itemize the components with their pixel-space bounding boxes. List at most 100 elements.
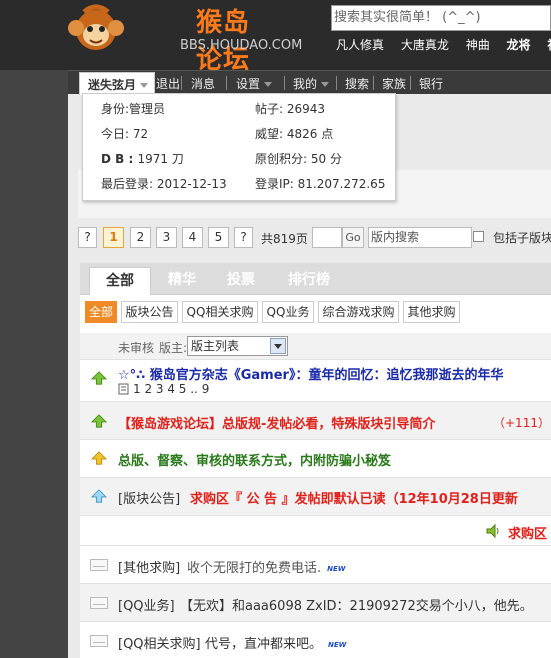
login-ip-label: 登录IP:: [255, 177, 294, 191]
thread-pages[interactable]: 1 2 3 4 5 .. 9: [133, 382, 209, 396]
new-badge: NEW: [328, 640, 347, 649]
nav-family[interactable]: 家族: [382, 75, 406, 92]
db-label: D B :: [101, 152, 134, 166]
thread-title[interactable]: 求购区『 公 告 』发帖即默认已读（12年10月28日更新: [190, 488, 518, 507]
logo-subtext: BBS.HOUDAO.COM: [180, 38, 303, 53]
category-qq-business[interactable]: QQ业务: [262, 301, 314, 323]
page-jump-input[interactable]: [312, 227, 342, 248]
thread-row: [其他求购] 收个无限打的免费电话. NEW: [80, 545, 551, 583]
category-game-purchase[interactable]: 综合游戏求购: [318, 301, 399, 323]
posts-label: 帖子:: [255, 102, 284, 116]
include-subforum-checkbox[interactable]: [473, 231, 484, 242]
last-login-value: 2012-12-13: [156, 177, 227, 191]
top-link-4[interactable]: 龙将: [507, 38, 531, 52]
page-4[interactable]: 4: [182, 227, 203, 248]
thread-row: 【猴岛游戏论坛】总版规-发帖必看，特殊版块引导简介 （+111）: [80, 401, 551, 439]
nav-mine[interactable]: 我的: [293, 75, 330, 92]
page-5[interactable]: 5: [208, 227, 229, 248]
thread-prefix[interactable]: [QQ相关求购]: [118, 633, 201, 652]
forum-search-input[interactable]: 版内搜索: [368, 227, 472, 248]
posts-value: 26943: [286, 102, 326, 116]
moderator-select[interactable]: 版主列表: [187, 336, 288, 356]
nav-bank[interactable]: 银行: [419, 75, 443, 92]
chevron-down-icon: [321, 82, 330, 87]
nav-logout[interactable]: 退出: [156, 75, 180, 92]
prestige-label: 威望:: [255, 127, 284, 141]
nav-divider: [336, 76, 337, 90]
top-link-2[interactable]: 大唐真龙: [401, 38, 449, 52]
category-other-purchase[interactable]: 其他求购: [403, 301, 460, 323]
left-dark-strip: [0, 70, 68, 658]
nav-mine-label: 我的: [293, 77, 318, 91]
page-prev[interactable]: ?: [78, 227, 97, 248]
prestige-value: 4826 点: [286, 127, 334, 141]
thread-title-text: 代号，直冲都来吧。: [205, 637, 323, 652]
top-link-3[interactable]: 神曲: [466, 38, 490, 52]
multipage-icon: [118, 383, 129, 395]
thread-title[interactable]: 收个无限打的免费电话. NEW: [187, 557, 346, 576]
prestige-row: 威望: 4826 点: [255, 125, 333, 142]
login-ip-value: 81.207.272.65: [297, 177, 386, 191]
section-divider-row: 求购区: [80, 515, 551, 545]
thread-row: [QQ相关求购] 代号，直冲都来吧。 NEW: [80, 621, 551, 658]
nav-messages[interactable]: 消息: [191, 75, 215, 92]
last-login-label: 最后登录:: [101, 177, 154, 191]
thread-prefix[interactable]: [其他求购]: [118, 557, 180, 576]
thread-list-panel: 全部 精华 投票 排行榜 全部 版块公告 QQ相关求购 QQ业务 综合游戏求购 …: [80, 263, 551, 658]
top-link-5[interactable]: 神: [547, 38, 551, 52]
thread-title[interactable]: 【猴岛游戏论坛】总版规-发帖必看，特殊版块引导简介: [118, 413, 435, 432]
page-total: 共819页: [261, 232, 308, 246]
nav-settings-label: 设置: [236, 77, 261, 91]
include-subforum-label: 包括子版块: [493, 231, 551, 245]
username: 迷失弦月: [88, 78, 137, 92]
nav-divider: [410, 76, 411, 90]
thread-row: ☆°∴ 猴岛官方杂志《Gamer》：童年的回忆：追忆我那逝去的年华 1 2 3 …: [80, 359, 551, 401]
top-link-1[interactable]: 凡人修真: [336, 38, 384, 52]
thread-title[interactable]: 【无欢】和aaa6098 ZxID：21909272交易个小八，他先。: [180, 595, 533, 614]
new-badge: NEW: [327, 564, 346, 573]
blue-up-arrow-icon: [90, 489, 108, 503]
thread-title[interactable]: 代号，直冲都来吧。 NEW: [205, 633, 346, 652]
category-announcement[interactable]: 版块公告: [121, 301, 178, 323]
yellow-up-arrow-icon: [90, 451, 108, 465]
moderator-select-value: 版主列表: [191, 339, 240, 353]
thread-row: 总版、督察、审核的联系方式，内附防骗小秘笈: [80, 439, 551, 477]
top-links: 凡人修真 大唐真龙 神曲 龙将 神: [336, 36, 551, 54]
nav-divider: [373, 76, 374, 90]
site-logo[interactable]: 猴岛论坛 BBS.HOUDAO.COM: [66, 0, 302, 75]
category-qq-purchase[interactable]: QQ相关求购: [182, 301, 258, 323]
user-menu-tab[interactable]: 迷失弦月: [79, 72, 155, 95]
thread-prefix[interactable]: [QQ业务]: [118, 595, 175, 614]
today-label: 今日:: [101, 127, 130, 141]
user-nav-bar: 迷失弦月 退出 消息 设置 我的 搜索 家族 银行: [68, 70, 551, 95]
page-next[interactable]: ?: [234, 227, 253, 248]
filter-unaudited[interactable]: 未审核: [118, 339, 154, 356]
page-2[interactable]: 2: [130, 227, 151, 248]
thread-prefix[interactable]: [版块公告]: [118, 488, 180, 507]
page-3[interactable]: 3: [156, 227, 177, 248]
orig-label: 原创积分:: [255, 152, 308, 166]
site-search-input[interactable]: 搜索其实很简单！ (^_^): [331, 5, 551, 31]
section-title: 求购区: [508, 527, 548, 542]
db-value: 1971 刀: [137, 152, 184, 166]
last-login-row: 最后登录: 2012-12-13: [101, 175, 227, 192]
category-all[interactable]: 全部: [85, 301, 117, 323]
login-ip-row: 登录IP: 81.207.272.65: [255, 175, 385, 192]
moderator-label: 版主:: [159, 341, 188, 355]
tab-ranking[interactable]: 排行榜: [276, 267, 342, 295]
tab-vote[interactable]: 投票: [210, 267, 272, 295]
thread-title-text: 收个无限打的免费电话.: [187, 561, 322, 576]
identity-row: 身份:管理员: [101, 100, 165, 117]
thread-title[interactable]: 总版、督察、审核的联系方式，内附防骗小秘笈: [118, 450, 391, 469]
page-go-button[interactable]: Go: [342, 227, 364, 248]
chevron-down-icon: [264, 82, 273, 87]
thread-title[interactable]: ☆°∴ 猴岛官方杂志《Gamer》：童年的回忆：追忆我那逝去的年华: [118, 364, 503, 383]
nav-divider: [284, 76, 285, 90]
tab-all[interactable]: 全部: [89, 267, 151, 295]
tab-digest[interactable]: 精华: [151, 267, 213, 295]
nav-search[interactable]: 搜索: [345, 75, 369, 92]
envelope-icon: [90, 559, 108, 571]
nav-settings[interactable]: 设置: [236, 75, 273, 92]
page-1[interactable]: 1: [103, 227, 124, 248]
identity-label: 身份:: [101, 102, 130, 116]
